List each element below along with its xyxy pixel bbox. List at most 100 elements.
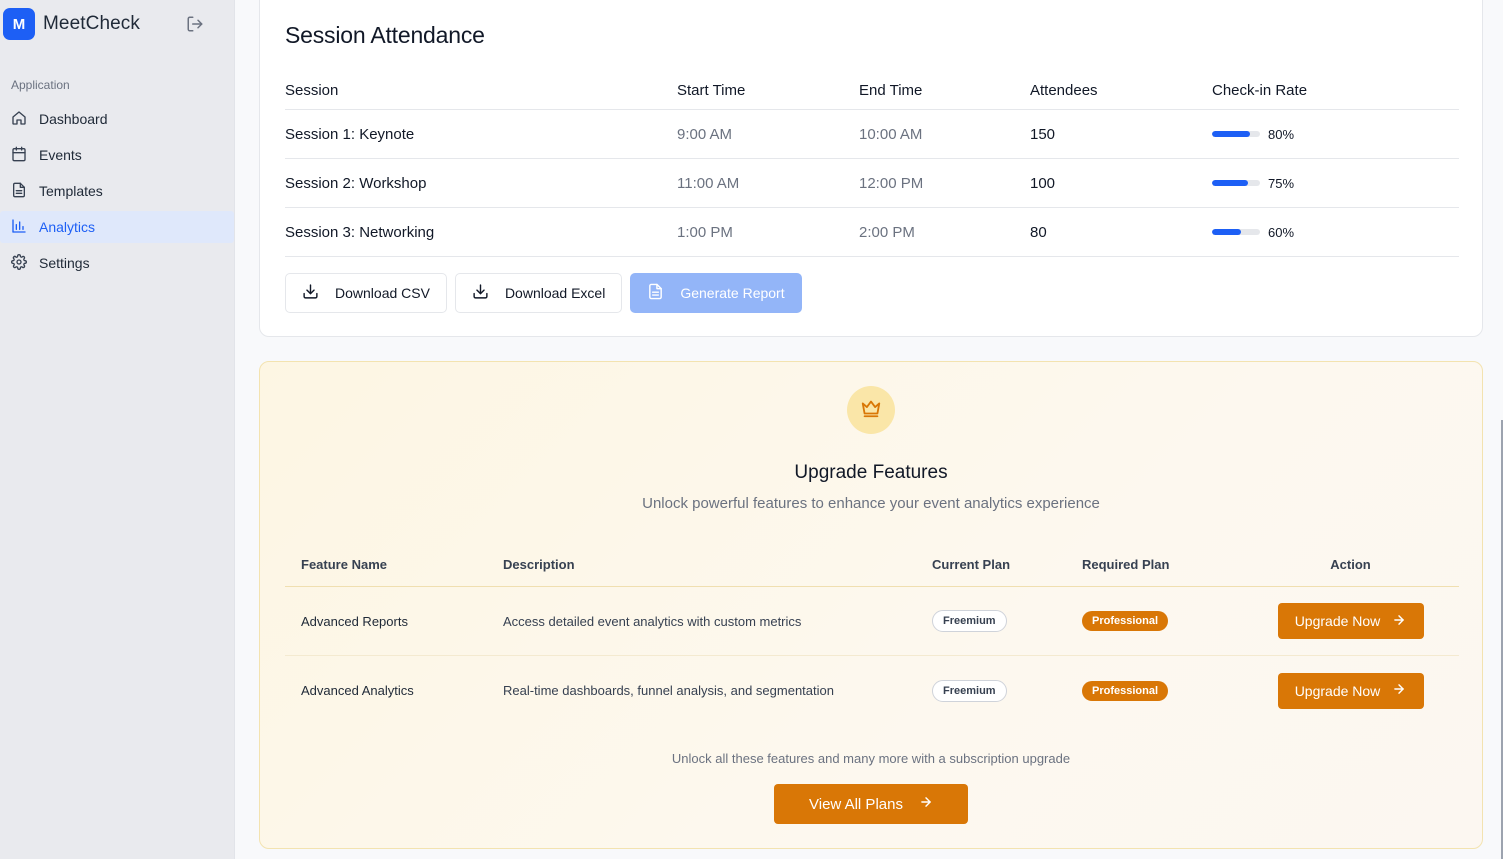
button-label: Download Excel (504, 285, 606, 301)
sidebar-item-analytics[interactable]: Analytics (0, 211, 234, 243)
brand-name: MeetCheck (43, 13, 140, 34)
crown-icon (860, 397, 882, 424)
crown-badge (847, 386, 895, 434)
session-attendance-title: Session Attendance (285, 22, 485, 48)
start-time: 9:00 AM (677, 125, 733, 143)
download-icon (472, 283, 505, 303)
brand-logo: M (3, 8, 35, 40)
required-plan-badge: Professional (1082, 611, 1169, 631)
upgrade-now-button[interactable]: Upgrade Now (1277, 603, 1424, 639)
features-table: Feature Name Description Current Plan Re… (285, 543, 1459, 725)
progress-fill (1212, 229, 1241, 235)
arrow-right-icon (1380, 682, 1406, 699)
rate-label: 75% (1268, 175, 1295, 191)
arrow-right-icon (1380, 613, 1406, 630)
end-time: 12:00 PM (859, 174, 924, 192)
gear-icon (11, 253, 39, 273)
sidebar-item-label: Templates (39, 183, 103, 199)
export-actions: Download CSV Download Excel Generate Rep… (285, 273, 810, 313)
column-header: Feature Name (301, 557, 387, 572)
current-plan-badge: Freemium (932, 679, 1007, 702)
download-excel-button[interactable]: Download Excel (454, 273, 623, 313)
bar-chart-icon (11, 218, 39, 237)
attendee-count: 150 (1030, 125, 1056, 143)
sidebar-section-label: Application (11, 78, 70, 92)
column-header: Session (285, 81, 339, 99)
arrow-right-icon (903, 795, 933, 813)
table-row: Session 3: Networking 1:00 PM 2:00 PM 80… (285, 208, 1459, 257)
generate-report-button[interactable]: Generate Report (630, 273, 802, 313)
sidebar: M MeetCheck Application Dashboard Events… (0, 0, 235, 859)
column-header: Check-in Rate (1212, 81, 1308, 99)
session-name: Session 1: Keynote (285, 125, 415, 143)
view-all-plans-button[interactable]: View All Plans (774, 784, 968, 824)
column-header: Description (503, 557, 575, 572)
table-row: Session 2: Workshop 11:00 AM 12:00 PM 10… (285, 159, 1459, 208)
upgrade-note: Unlock all these features and many more … (671, 751, 1071, 766)
sidebar-item-label: Analytics (39, 219, 96, 235)
session-name: Session 3: Networking (285, 223, 435, 241)
checkin-rate: 75% (1212, 176, 1459, 191)
sidebar-nav: Dashboard Events Templates Analytics Set… (0, 103, 234, 283)
progress-bar (1212, 131, 1260, 137)
progress-bar (1212, 229, 1260, 235)
required-plan-badge: Professional (1082, 680, 1169, 701)
table-row: Advanced Analytics Real-time dashboards,… (285, 656, 1459, 725)
checkin-rate: 60% (1212, 225, 1459, 240)
sidebar-item-label: Events (39, 147, 82, 163)
sidebar-item-templates[interactable]: Templates (0, 175, 234, 207)
calendar-icon (11, 146, 39, 165)
table-row: Session 1: Keynote 9:00 AM 10:00 AM 150 … (285, 110, 1459, 159)
session-attendance-card: Session Attendance Session Start Time En… (259, 0, 1483, 337)
button-label: View All Plans (809, 795, 903, 813)
progress-fill (1212, 131, 1251, 137)
start-time: 11:00 AM (677, 174, 740, 192)
start-time: 1:00 PM (677, 223, 733, 241)
column-header: Start Time (677, 81, 746, 99)
attendance-table: Session Start Time End Time Attendees Ch… (285, 71, 1459, 257)
sidebar-item-label: Dashboard (39, 111, 108, 127)
upgrade-now-button[interactable]: Upgrade Now (1277, 672, 1424, 709)
sidebar-item-events[interactable]: Events (0, 139, 234, 171)
download-csv-button[interactable]: Download CSV (285, 273, 447, 313)
document-icon (647, 283, 680, 303)
checkin-rate: 80% (1212, 127, 1459, 142)
progress-fill (1212, 180, 1248, 186)
feature-name: Advanced Reports (301, 613, 408, 629)
progress-bar (1212, 180, 1260, 186)
home-icon (11, 110, 39, 129)
button-label: Generate Report (680, 285, 785, 301)
upgrade-subtitle: Unlock powerful features to enhance your… (642, 495, 1100, 512)
end-time: 10:00 AM (859, 125, 923, 143)
sidebar-item-settings[interactable]: Settings (0, 247, 234, 279)
rate-label: 80% (1268, 126, 1295, 142)
table-header: Session Start Time End Time Attendees Ch… (285, 71, 1459, 110)
upgrade-features-card: Upgrade Features Unlock powerful feature… (259, 361, 1483, 849)
button-label: Download CSV (335, 285, 430, 301)
button-label: Upgrade Now (1294, 682, 1381, 699)
attendee-count: 100 (1030, 174, 1056, 192)
feature-description: Access detailed event analytics with cus… (503, 613, 802, 629)
sidebar-item-dashboard[interactable]: Dashboard (0, 103, 234, 135)
end-time: 2:00 PM (859, 223, 915, 241)
column-header: Action (1330, 557, 1371, 572)
current-plan-badge: Freemium (932, 610, 1007, 632)
column-header: End Time (859, 81, 923, 99)
column-header: Current Plan (932, 557, 1011, 572)
brand[interactable]: M MeetCheck (3, 8, 140, 40)
column-header: Attendees (1030, 81, 1098, 99)
table-header: Feature Name Description Current Plan Re… (285, 543, 1459, 587)
attendee-count: 80 (1030, 223, 1047, 241)
logout-icon[interactable] (186, 15, 204, 33)
session-name: Session 2: Workshop (285, 174, 427, 192)
button-label: Upgrade Now (1294, 613, 1381, 629)
download-icon (302, 283, 335, 303)
table-row: Advanced Reports Access detailed event a… (285, 587, 1459, 656)
sidebar-item-label: Settings (39, 255, 90, 271)
feature-description: Real-time dashboards, funnel analysis, a… (503, 683, 834, 698)
column-header: Required Plan (1082, 557, 1170, 572)
upgrade-title: Upgrade Features (794, 462, 948, 483)
rate-label: 60% (1268, 224, 1295, 240)
document-icon (11, 182, 39, 201)
feature-name: Advanced Analytics (301, 683, 414, 698)
